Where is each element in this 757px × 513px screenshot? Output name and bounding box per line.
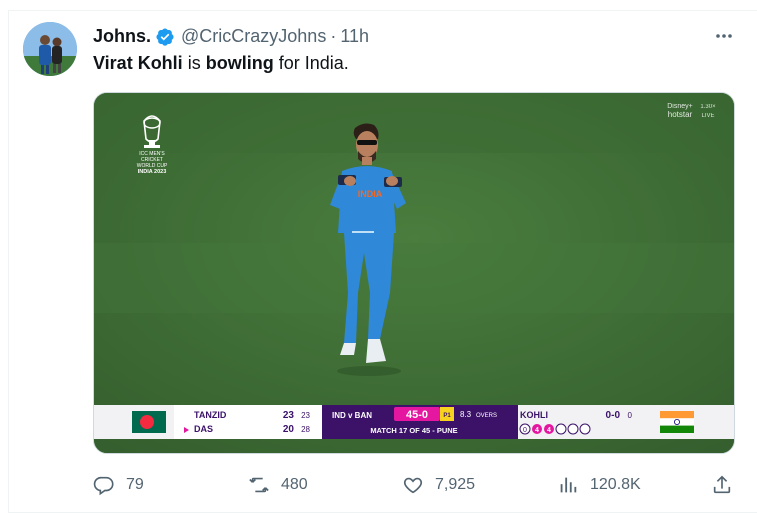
team-score: 45-0 xyxy=(406,409,428,421)
reply-icon xyxy=(93,476,114,496)
separator-dot: · xyxy=(330,26,337,46)
ball-3: 4 xyxy=(547,427,551,434)
like-button[interactable]: 7,925 xyxy=(402,470,475,500)
retweet-icon xyxy=(249,477,269,493)
tweet-actions: 79 480 7,925 120.8K xyxy=(93,470,738,500)
tweet-media[interactable]: ICC MEN'S CRICKET WORLD CUP INDIA 2023 D… xyxy=(93,92,735,454)
author-handle[interactable]: @CricCrazyJohns xyxy=(181,26,326,47)
live-badge: 1.30× xyxy=(700,104,716,110)
ball-2: 4 xyxy=(535,427,539,434)
share-icon xyxy=(713,475,731,494)
tweet-time[interactable]: 11h xyxy=(340,26,369,47)
ball-6 xyxy=(579,423,591,435)
logo-line-4: INDIA 2023 xyxy=(138,169,167,175)
live-label: LIVE xyxy=(701,113,714,119)
overs-label: OVERS xyxy=(476,413,497,419)
views-icon xyxy=(560,477,577,493)
verified-badge-icon xyxy=(155,27,175,47)
tweet-text-player: Virat Kohli xyxy=(93,53,183,73)
tweet-text-connector: is xyxy=(182,53,206,73)
ball-5 xyxy=(567,423,579,435)
share-button[interactable] xyxy=(711,470,744,500)
ball-1: 0 xyxy=(523,427,527,434)
like-icon xyxy=(403,477,423,494)
reply-button[interactable]: 79 xyxy=(93,470,144,500)
jersey-text: INDIA xyxy=(358,189,383,199)
ball-4 xyxy=(555,423,567,435)
tweet-header: Johns. @CricCrazyJohns · 11h xyxy=(93,26,369,47)
broadcaster-sub: hotstar xyxy=(668,110,693,119)
batter1-balls: 23 xyxy=(301,411,310,420)
author-name[interactable]: Johns. xyxy=(93,26,151,47)
views-count: 120.8K xyxy=(590,476,641,493)
teams-label: IND v BAN xyxy=(332,411,372,420)
retweet-button[interactable]: 480 xyxy=(248,470,308,500)
batter1-name: TANZID xyxy=(194,410,227,420)
views-button[interactable]: 120.8K xyxy=(557,470,641,500)
batter2-balls: 28 xyxy=(301,425,310,434)
broadcaster-name: Disney+ xyxy=(667,103,692,110)
overs-value: 8.3 xyxy=(460,410,472,419)
more-icon[interactable] xyxy=(710,24,738,48)
video-frame: ICC MEN'S CRICKET WORLD CUP INDIA 2023 D… xyxy=(94,93,734,453)
bowler-name: KOHLI xyxy=(520,410,548,420)
avatar[interactable] xyxy=(23,22,77,76)
tweet-text-action: bowling xyxy=(205,53,274,73)
tweet-text: Virat Kohli is bowling for India. xyxy=(93,51,349,75)
india-flag xyxy=(660,411,694,433)
retweet-count: 480 xyxy=(281,476,308,493)
scorebar: TANZID 23 23 DAS 20 28 IND v BAN 45-0 P1… xyxy=(94,405,734,439)
match-info: MATCH 17 OF 45 - PUNE xyxy=(370,426,457,435)
bowler-figures: 0-0 xyxy=(606,410,621,421)
batter2-runs: 20 xyxy=(283,424,295,435)
tweet-text-tail: for India. xyxy=(273,53,349,73)
avatar-image xyxy=(23,22,77,76)
batter1-runs: 23 xyxy=(283,410,295,421)
bowler-overs: 0 xyxy=(628,411,633,420)
reply-count: 79 xyxy=(126,476,144,493)
like-count: 7,925 xyxy=(435,476,476,493)
batter2-name: DAS xyxy=(194,424,213,434)
powerplay-badge: P1 xyxy=(443,413,451,419)
